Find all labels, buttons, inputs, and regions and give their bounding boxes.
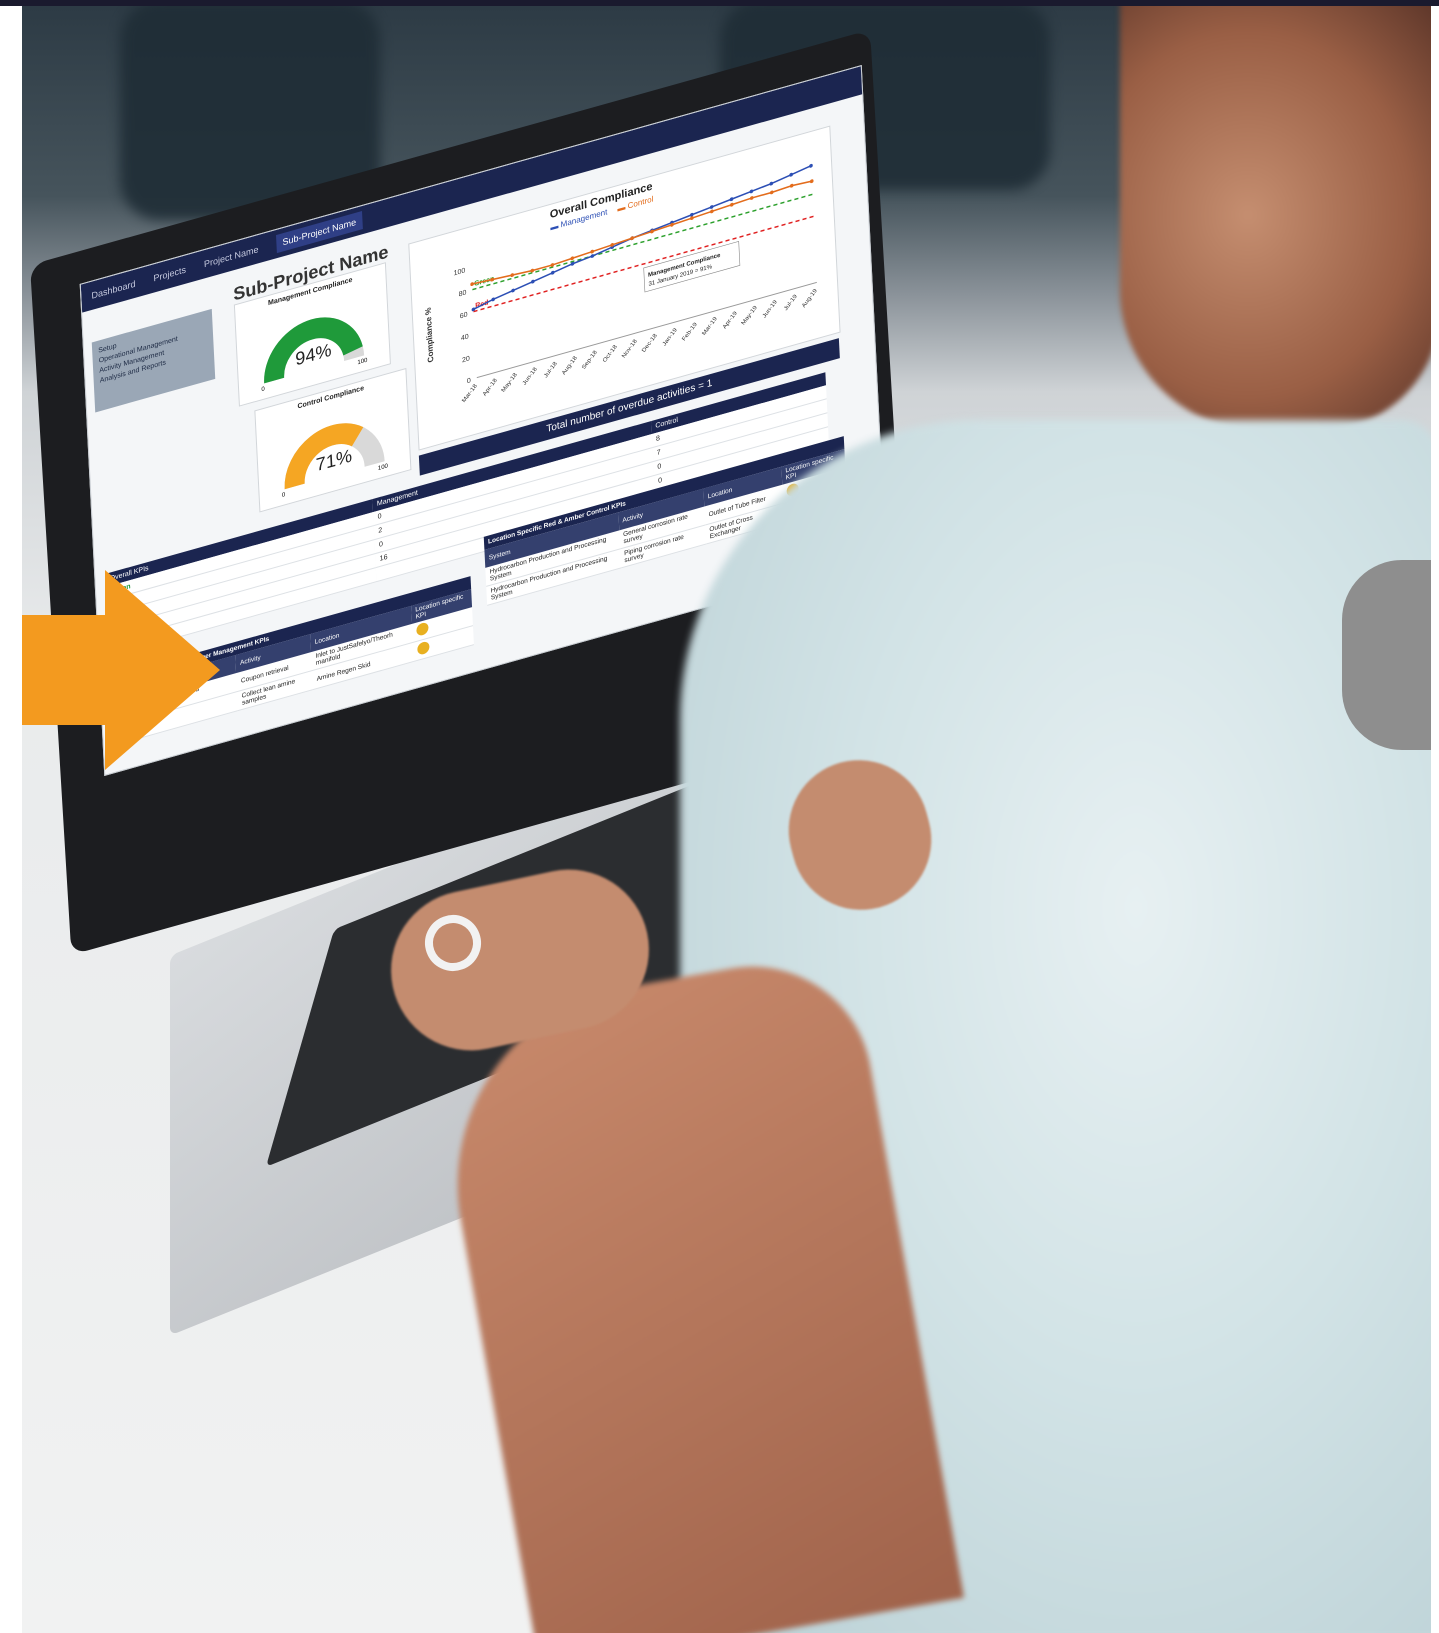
x-tick-label: Jul-18 (543, 360, 559, 379)
data-point (749, 196, 754, 200)
x-tick-label: Feb-19 (681, 321, 699, 342)
x-tick-label: Jan-19 (661, 327, 679, 348)
data-point (690, 216, 694, 220)
x-tick-label: Nov-18 (621, 338, 639, 360)
data-point (550, 263, 555, 267)
data-point (729, 197, 734, 202)
y-tick-label: 20 (462, 354, 470, 364)
y-tick-label: 100 (453, 266, 465, 277)
nav-item-sub-project[interactable]: Sub-Project Name (276, 211, 363, 254)
x-tick-label: Apr-18 (481, 377, 499, 397)
x-tick-label: Aug-18 (561, 355, 579, 377)
x-tick-label: Jun-19 (761, 299, 779, 320)
data-point (550, 270, 555, 275)
data-point (630, 236, 634, 241)
data-point (729, 202, 734, 207)
data-point (511, 288, 515, 293)
status-dot-icon (416, 621, 429, 637)
data-point (530, 268, 535, 273)
x-tick-label: Mar-18 (461, 383, 479, 404)
data-point (491, 297, 495, 302)
y-axis-label: Compliance % (424, 306, 436, 364)
data-point (789, 172, 793, 177)
x-tick-label: Dec-18 (641, 332, 659, 354)
data-point (590, 254, 595, 258)
data-point (531, 279, 535, 284)
y-tick-label: 60 (460, 310, 468, 320)
status-dot-icon (416, 640, 430, 656)
x-tick-label: Apr-19 (721, 310, 739, 330)
gauge-min-label: 0 (261, 386, 265, 394)
left-border (0, 0, 22, 1633)
threshold-line (472, 193, 813, 291)
x-tick-label: May-18 (500, 371, 519, 393)
data-point (789, 183, 794, 188)
data-point (710, 209, 714, 214)
data-point (769, 181, 774, 186)
x-tick-label: Oct-18 (601, 343, 619, 363)
data-point (809, 163, 813, 168)
person-head (1120, 0, 1439, 430)
gauge-min-label: 0 (281, 492, 286, 500)
data-point (809, 179, 814, 184)
data-point (570, 256, 575, 261)
nav-item-project-name[interactable]: Project Name (204, 244, 259, 269)
x-tick-label: Sep-18 (581, 349, 599, 371)
data-point (590, 249, 594, 254)
data-point (510, 273, 515, 277)
nav-item-projects[interactable]: Projects (153, 264, 186, 283)
orange-arrow-icon (0, 570, 220, 770)
gray-badge (1342, 560, 1439, 750)
x-tick-label: Jun-18 (521, 366, 539, 387)
x-tick-label: Mar-19 (701, 315, 719, 336)
y-tick-label: 0 (467, 376, 471, 385)
data-point (769, 190, 774, 195)
data-point (709, 205, 714, 209)
x-tick-label: Jul-19 (783, 293, 799, 312)
photo-scene: Dashboard Projects Project Name Sub-Proj… (0, 0, 1439, 1633)
data-point (749, 189, 754, 194)
y-tick-label: 80 (458, 288, 466, 298)
right-border (1431, 0, 1439, 1633)
nav-item-dashboard[interactable]: Dashboard (91, 279, 136, 301)
x-tick-label: May-19 (740, 304, 759, 326)
top-border (0, 0, 1439, 6)
sidebar-menu: Setup Operational Management Activity Ma… (91, 308, 216, 413)
x-tick-label: Aug-19 (801, 287, 819, 309)
y-tick-label: 40 (461, 332, 469, 342)
